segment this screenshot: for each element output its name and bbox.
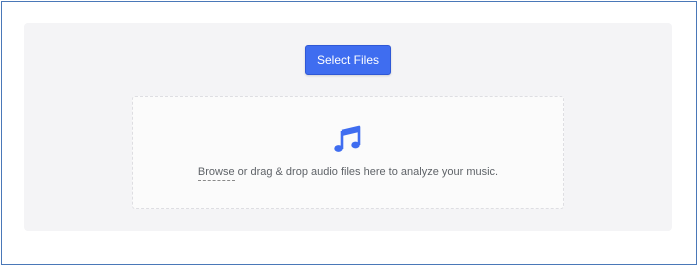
drop-zone[interactable]: Browse or drag & drop audio files here t… (132, 96, 564, 209)
window-frame: Select Files Browse or drag & drop audio… (1, 1, 697, 265)
select-files-button[interactable]: Select Files (305, 45, 391, 75)
music-note-icon (334, 125, 361, 152)
drop-instructions-text: or drag & drop audio files here to analy… (234, 166, 499, 178)
upload-panel: Select Files Browse or drag & drop audio… (24, 23, 672, 231)
browse-link[interactable]: Browse (197, 166, 235, 181)
drop-instructions: Browse or drag & drop audio files here t… (133, 166, 563, 181)
